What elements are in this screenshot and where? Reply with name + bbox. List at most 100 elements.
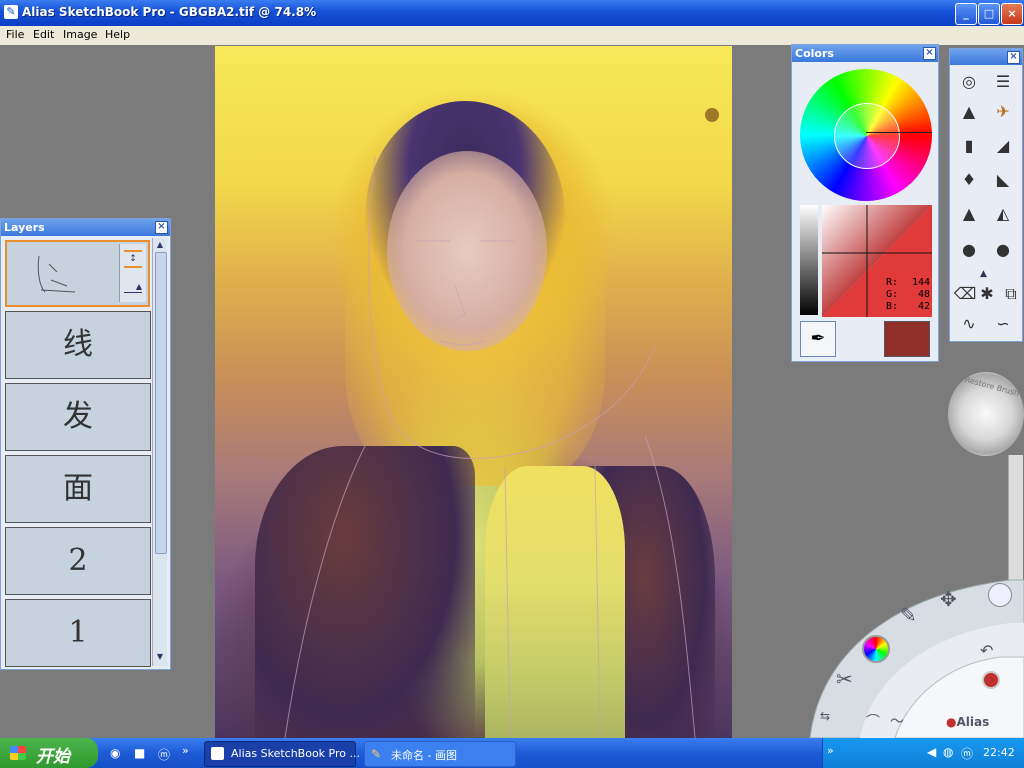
layers-scrollbar[interactable]: ▲ ▼ [152, 238, 167, 666]
colors-title-bar: Colors × [792, 45, 938, 62]
system-tray: » ◀ ◍ ⓜ 22:42 [822, 738, 1024, 768]
rgb-readout: R: 144 G: 48 B: 42 [886, 277, 931, 312]
windows-logo-icon [10, 746, 26, 760]
task-label: 未命名 - 画图 [391, 749, 457, 762]
smudge-icon[interactable]: ◭ [988, 199, 1018, 229]
airbrush-icon[interactable]: ✈ [988, 97, 1018, 127]
window-title: Alias SketchBook Pro - GBGBA2.tif @ 74.8… [22, 5, 317, 19]
layer-thumbnail[interactable]: 面 [5, 455, 151, 523]
quicklaunch-more-icon[interactable]: » [182, 744, 189, 757]
layer-label: 线 [63, 327, 93, 362]
swap-icon[interactable]: ⇆ [820, 709, 830, 723]
colors-close-button[interactable]: × [923, 47, 936, 60]
layer-sketch-thumbnail [37, 255, 76, 293]
layer-controls: ↕ ▲ [119, 244, 146, 302]
layers-title-bar: Layers × [1, 219, 170, 236]
quicklaunch-browser-icon[interactable]: ◉ [110, 746, 120, 760]
layers-close-button[interactable]: × [155, 221, 168, 234]
layer-move-icon[interactable]: ↕ [124, 250, 142, 268]
tray-expand-icon[interactable]: » [827, 744, 834, 757]
layer-options-icon[interactable]: ⧉ [996, 279, 1024, 309]
painting-sketch-lines [284, 155, 696, 738]
curve-icon[interactable]: ⌒ [866, 711, 880, 731]
task-paint[interactable]: ✎ 未命名 - 画图 [364, 741, 516, 767]
scroll-down-icon[interactable]: ▼ [154, 652, 166, 662]
layers-title: Layers [4, 221, 45, 234]
record-icon[interactable] [982, 671, 1000, 689]
paint-task-icon: ✎ [371, 747, 382, 761]
scroll-up-icon[interactable]: ▲ [154, 240, 166, 250]
tools-title-bar: × [950, 49, 1022, 65]
clock: 22:42 [983, 746, 1015, 759]
tray-network-icon[interactable]: ◍ [943, 745, 953, 759]
eraser-hard-icon[interactable]: ● [954, 235, 984, 265]
color-wheel[interactable] [800, 69, 932, 201]
title-bar: ✎ Alias SketchBook Pro - GBGBA2.tif @ 74… [0, 0, 1024, 26]
undo-icon[interactable]: ↶ [980, 641, 993, 660]
current-color-swatch[interactable] [884, 321, 930, 357]
layer-label: 2 [68, 543, 88, 578]
start-label: 开始 [36, 747, 70, 767]
fineliner-icon[interactable]: ▲ [954, 199, 984, 229]
pen-icon[interactable]: ♦ [954, 165, 984, 195]
tools-close-button[interactable]: × [1007, 51, 1020, 64]
drawing-canvas[interactable] [215, 46, 732, 738]
app-icon[interactable]: ✎ [4, 5, 18, 19]
blue-value: 42 [918, 301, 931, 312]
minimize-button[interactable]: _ [955, 3, 977, 25]
eraser-soft-icon[interactable]: ● [988, 235, 1018, 265]
pencil-icon[interactable]: ▲ [954, 97, 984, 127]
layer-thumbnail[interactable]: 1 [5, 599, 151, 667]
tray-back-icon[interactable]: ◀ [927, 745, 936, 759]
color-wheel-icon[interactable] [862, 635, 890, 663]
menu-image[interactable]: Image [63, 28, 97, 41]
lasso-icon[interactable]: ◎ [954, 67, 984, 97]
quicklaunch-messenger-icon[interactable]: ⓜ [158, 746, 170, 763]
grayscale-strip[interactable] [800, 205, 818, 315]
window-icon[interactable] [988, 583, 1012, 607]
chisel-marker-icon[interactable]: ◢ [988, 131, 1018, 161]
layer-opacity-icon[interactable]: ▲ [124, 282, 142, 293]
restore-brush-dial[interactable]: Restore Brush [948, 372, 1024, 456]
brush-palette: × ◎ ☰ ▲ ✈ ▮ ◢ ♦ ◣ ▲ ◭ ● ● ▲ ⌫ ✱ ⧉ ∿ ∽ [949, 48, 1023, 342]
wave-icon[interactable]: 〜 [890, 711, 904, 731]
eyedropper-icon[interactable]: ✒ [800, 321, 836, 357]
lagoon-menu: ✎ ✥ ✂ ↶ ⌒ 〜 ⇆ ●Alias [800, 575, 1024, 739]
layers-panel: Layers × ↕ ▲ 线 发 面 2 1 ▲ ▼ [0, 218, 171, 670]
green-value: 48 [918, 289, 931, 300]
alias-logo: ●Alias [946, 715, 990, 729]
task-sketchbook[interactable]: Alias SketchBook Pro ... [204, 741, 360, 767]
red-value: 144 [912, 277, 931, 288]
paintbrush-icon[interactable]: ◣ [988, 165, 1018, 195]
wave-stroke-icon[interactable]: ∽ [988, 309, 1018, 339]
layer-thumbnail[interactable]: 线 [5, 311, 151, 379]
layer-thumbnail[interactable]: ↕ ▲ [5, 240, 150, 307]
marker-icon[interactable]: ▮ [954, 131, 984, 161]
colors-title: Colors [795, 47, 834, 60]
menu-file[interactable]: File [6, 28, 24, 41]
start-button[interactable]: 开始 [0, 738, 98, 768]
layer-thumbnail[interactable]: 发 [5, 383, 151, 451]
sketchbook-task-icon [211, 747, 224, 760]
menu-bar: File Edit Image Help [0, 26, 1024, 45]
maximize-button[interactable]: □ [978, 3, 1000, 25]
close-button[interactable]: × [1001, 3, 1023, 25]
curve-stroke-icon[interactable]: ∿ [954, 309, 984, 339]
layers-scroll-thumb[interactable] [155, 252, 167, 554]
dial-label: Restore Brush [963, 374, 1021, 399]
layer-thumbnail[interactable]: 2 [5, 527, 151, 595]
layer-label: 面 [63, 471, 93, 506]
brush-tools-icon[interactable]: ✎ [900, 603, 917, 627]
menu-edit[interactable]: Edit [33, 28, 54, 41]
settings-icon[interactable]: ☰ [988, 67, 1018, 97]
color-wheel-inner[interactable] [834, 103, 900, 169]
tray-messenger-icon[interactable]: ⓜ [961, 745, 973, 762]
quicklaunch-media-icon[interactable]: ■ [134, 746, 145, 760]
layer-label: 1 [68, 615, 88, 650]
zoom-pan-icon[interactable]: ✥ [940, 587, 957, 611]
scroll-up-icon[interactable]: ▲ [980, 269, 987, 279]
menu-help[interactable]: Help [105, 28, 130, 41]
hue-marker [866, 132, 932, 133]
transform-icon[interactable]: ✂ [836, 667, 853, 691]
taskbar: 开始 ◉ ■ ⓜ » Alias SketchBook Pro ... ✎ 未命… [0, 738, 1024, 768]
